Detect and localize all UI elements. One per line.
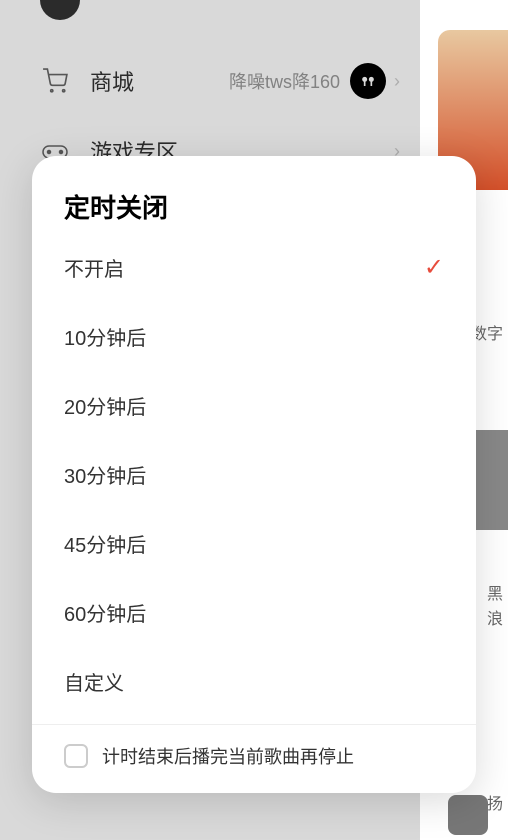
finish-song-checkbox[interactable] [64,744,88,768]
option-label: 60分钟后 [64,598,146,627]
timer-option-60min[interactable]: 60分钟后 [32,578,476,647]
option-label: 自定义 [64,667,124,696]
option-label: 20分钟后 [64,391,146,420]
timer-option-30min[interactable]: 30分钟后 [32,440,476,509]
option-label: 10分钟后 [64,322,146,351]
footer-label: 计时结束后播完当前歌曲再停止 [102,743,354,769]
category-label[interactable]: 扬 [487,790,503,814]
timer-option-off[interactable]: 不开启 ✓ [32,233,476,302]
mini-player-thumb[interactable] [448,795,488,835]
option-label: 30分钟后 [64,460,146,489]
background-page: 商城 降噪tws降160 › 游戏专区 › [0,0,508,840]
timer-option-10min[interactable]: 10分钟后 [32,302,476,371]
modal-title: 定时关闭 [32,188,476,233]
option-label: 不开启 [64,253,124,282]
category-label[interactable]: 黑 [487,580,503,604]
category-label[interactable]: 浪 [487,605,503,629]
check-icon: ✓ [424,253,444,282]
timer-option-custom[interactable]: 自定义 [32,647,476,716]
timer-option-20min[interactable]: 20分钟后 [32,371,476,440]
timer-modal: 定时关闭 不开启 ✓ 10分钟后 20分钟后 30分钟后 45分钟后 60分钟后… [32,156,476,793]
modal-footer[interactable]: 计时结束后播完当前歌曲再停止 [32,724,476,769]
option-label: 45分钟后 [64,529,146,558]
timer-option-45min[interactable]: 45分钟后 [32,509,476,578]
